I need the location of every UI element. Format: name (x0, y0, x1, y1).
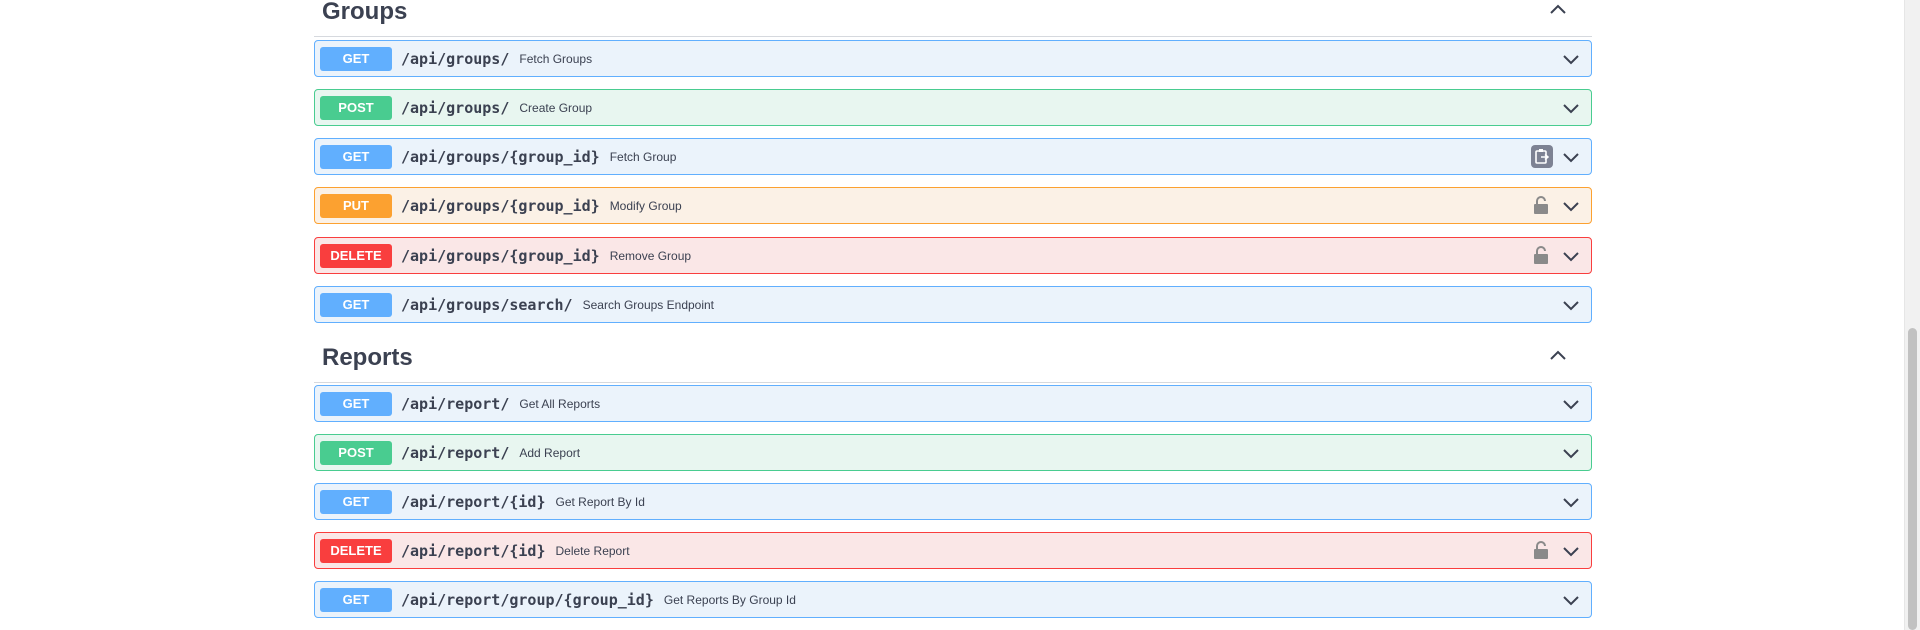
vertical-scrollbar[interactable] (1904, 0, 1920, 630)
operation-path: /api/report/Add Report (401, 444, 580, 462)
operation-path: /api/report/Get All Reports (401, 395, 600, 413)
copy-to-clipboard-button[interactable] (1531, 145, 1553, 168)
chevron-down-icon[interactable] (1561, 246, 1581, 266)
method-badge: GET (320, 47, 392, 71)
operation-path: /api/groups/Fetch Groups (401, 50, 592, 68)
chevron-down-icon[interactable] (1561, 492, 1581, 512)
path-text: /api/groups/ (401, 99, 510, 117)
operation-summary: Add Report (519, 446, 581, 460)
operation-path: /api/report/{id} Delete Report (401, 542, 630, 560)
path-text: /api/groups/{group_id} (401, 247, 600, 265)
method-badge: POST (320, 96, 392, 120)
operation-path: /api/groups/Create Group (401, 99, 592, 117)
operation-summary: Get Reports By Group Id (663, 593, 796, 607)
chevron-down-icon[interactable] (1561, 590, 1581, 610)
operation-get-reports-by-group-id[interactable]: GET /api/report/group/{group_id} Get Repo… (314, 581, 1592, 618)
swagger-page: Groups GET /api/groups/Fetch Groups POST… (0, 0, 1920, 630)
chevron-down-icon[interactable] (1561, 98, 1581, 118)
clipboard-icon (1535, 149, 1550, 164)
operation-get-report-by-id[interactable]: GET /api/report/{id} Get Report By Id (314, 483, 1592, 520)
method-badge: GET (320, 490, 392, 514)
tag-title: Groups (322, 0, 408, 25)
chevron-down-icon[interactable] (1561, 147, 1581, 167)
scrollbar-thumb[interactable] (1908, 328, 1917, 630)
chevron-down-icon[interactable] (1561, 541, 1581, 561)
operation-summary: Get Report By Id (555, 495, 645, 509)
operation-delete-report[interactable]: DELETE /api/report/{id} Delete Report (314, 532, 1592, 569)
path-text: /api/groups/ (401, 50, 510, 68)
operation-get-fetch-group[interactable]: GET /api/groups/{group_id} Fetch Group (314, 138, 1592, 175)
path-text: /api/report/ (401, 444, 510, 462)
tag-header-groups[interactable]: Groups (314, 0, 1592, 37)
tag-title: Reports (322, 344, 413, 371)
method-badge: GET (320, 588, 392, 612)
operation-post-create-group[interactable]: POST /api/groups/Create Group (314, 89, 1592, 126)
method-badge: DELETE (320, 539, 392, 563)
method-badge: GET (320, 392, 392, 416)
unlocked-icon[interactable] (1533, 246, 1549, 264)
operation-summary: Get All Reports (519, 397, 601, 411)
operation-path: /api/groups/{group_id} Modify Group (401, 197, 682, 215)
operation-summary: Fetch Group (609, 150, 677, 164)
path-text: /api/report/{id} (401, 493, 546, 511)
chevron-down-icon[interactable] (1561, 394, 1581, 414)
operation-summary: Create Group (519, 101, 593, 115)
operation-summary: Fetch Groups (519, 52, 593, 66)
path-text: /api/groups/{group_id} (401, 197, 600, 215)
operation-get-all-reports[interactable]: GET /api/report/Get All Reports (314, 385, 1592, 422)
operation-get-search-groups[interactable]: GET /api/groups/search/Search Groups End… (314, 286, 1592, 323)
unlocked-icon[interactable] (1533, 541, 1549, 559)
operation-summary: Search Groups Endpoint (582, 298, 715, 312)
method-badge: DELETE (320, 244, 392, 268)
chevron-up-icon[interactable] (1546, 344, 1570, 368)
operation-path: /api/groups/{group_id} Remove Group (401, 247, 691, 265)
operation-summary: Modify Group (609, 199, 682, 213)
chevron-up-icon[interactable] (1546, 0, 1570, 22)
chevron-down-icon[interactable] (1561, 196, 1581, 216)
operation-put-modify-group[interactable]: PUT /api/groups/{group_id} Modify Group (314, 187, 1592, 224)
path-text: /api/report/{id} (401, 542, 546, 560)
operation-post-add-report[interactable]: POST /api/report/Add Report (314, 434, 1592, 471)
method-badge: GET (320, 293, 392, 317)
chevron-down-icon[interactable] (1561, 295, 1581, 315)
path-text: /api/groups/search/ (401, 296, 573, 314)
operation-summary: Delete Report (555, 544, 630, 558)
operation-path: /api/groups/search/Search Groups Endpoin… (401, 296, 714, 314)
operation-path: /api/report/group/{group_id} Get Reports … (401, 591, 796, 609)
path-text: /api/groups/{group_id} (401, 148, 600, 166)
path-text: /api/report/ (401, 395, 510, 413)
tag-header-reports[interactable]: Reports (314, 346, 1592, 383)
method-badge: POST (320, 441, 392, 465)
operation-path: /api/groups/{group_id} Fetch Group (401, 148, 676, 166)
method-badge: GET (320, 145, 392, 169)
operation-path: /api/report/{id} Get Report By Id (401, 493, 645, 511)
path-text: /api/report/group/{group_id} (401, 591, 654, 609)
operation-summary: Remove Group (609, 249, 692, 263)
method-badge: PUT (320, 194, 392, 218)
operation-delete-remove-group[interactable]: DELETE /api/groups/{group_id} Remove Grou… (314, 237, 1592, 274)
chevron-down-icon[interactable] (1561, 443, 1581, 463)
operation-get-fetch-groups[interactable]: GET /api/groups/Fetch Groups (314, 40, 1592, 77)
chevron-down-icon[interactable] (1561, 49, 1581, 69)
unlocked-icon[interactable] (1533, 196, 1549, 214)
